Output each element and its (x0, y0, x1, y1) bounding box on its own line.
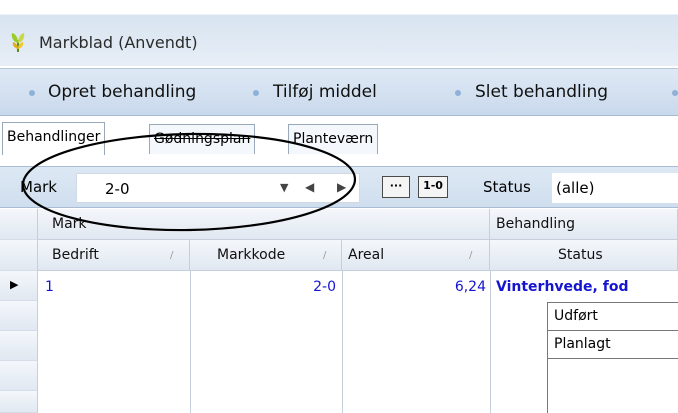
annotation-ellipse (21, 132, 357, 232)
